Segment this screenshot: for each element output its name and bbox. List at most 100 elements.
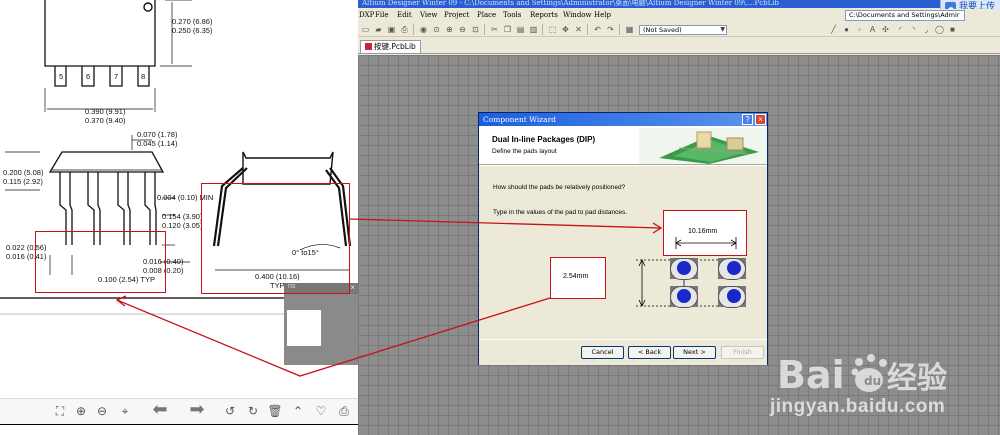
scroll-up-icon[interactable]: ⌃ — [290, 403, 306, 419]
pin-label: 5 — [59, 72, 64, 81]
favorite-icon[interactable]: ♡ — [313, 403, 329, 419]
viewer-toolbar: ⛶ ⊕ ⊖ ⌖ ⬅ ➡ ↺ ↻ 🗑 ⌃ ♡ ⎙ — [0, 398, 358, 424]
page-thumbnail-panel[interactable]: ns × — [284, 283, 358, 365]
baidu-logo: Bai 经验 du — [777, 353, 947, 397]
row-spacing-highlight — [201, 183, 350, 294]
rotate-right-icon[interactable]: ↻ — [245, 403, 261, 419]
rotate-left-icon[interactable]: ↺ — [222, 403, 238, 419]
pad-hole — [677, 261, 691, 275]
prompt-text: How should the pads be relatively positi… — [493, 184, 626, 191]
grid-icon[interactable]: ▦ — [624, 24, 635, 35]
next-page-icon[interactable]: ➡ — [185, 400, 209, 418]
menu-view[interactable]: View — [420, 9, 437, 21]
string-tool-icon[interactable]: A — [867, 24, 878, 35]
zoom-fit-icon[interactable]: ⊙ — [431, 24, 442, 35]
arc-any-icon[interactable]: ◞ — [921, 24, 932, 35]
via-tool-icon[interactable]: ◦ — [854, 24, 865, 35]
rubber-stamp-icon[interactable]: ▥ — [528, 24, 539, 35]
dialog-header: Dual In-line Packages (DIP) Define the p… — [479, 126, 767, 165]
pcblib-file-icon — [365, 43, 372, 50]
finish-button[interactable]: Finish — [721, 346, 764, 359]
view-icon[interactable]: ◉ — [418, 24, 429, 35]
paste-icon[interactable]: ▤ — [515, 24, 526, 35]
fit-page-icon[interactable]: ⛶ — [52, 403, 68, 419]
horizontal-distance-annotation: 10.16mm — [663, 210, 747, 256]
select-tool-icon[interactable]: ⌖ — [117, 403, 133, 419]
redo-icon[interactable]: ↷ — [605, 24, 616, 35]
menu-file[interactable]: File — [375, 9, 388, 21]
pad-tool-icon[interactable]: ● — [841, 24, 852, 35]
coordinate-tool-icon[interactable]: ✣ — [880, 24, 891, 35]
svg-text:du: du — [864, 374, 881, 388]
cancel-button[interactable]: Cancel — [581, 346, 624, 359]
full-circle-icon[interactable]: ◯ — [934, 24, 945, 35]
line-tool-icon[interactable]: ╱ — [828, 24, 839, 35]
select-area-icon[interactable]: ⬚ — [547, 24, 558, 35]
zoom-out-icon[interactable]: ⊖ — [94, 403, 110, 419]
vertical-distance-value: 2.54mm — [563, 273, 589, 280]
dimension-label: 0.370 (9.40) — [85, 116, 126, 125]
watermark-url: jingyan.baidu.com — [770, 396, 946, 417]
new-file-icon[interactable]: ▭ — [360, 24, 371, 35]
chevron-down-icon: ▼ — [720, 26, 725, 33]
print-icon[interactable]: ⎙ — [399, 24, 410, 35]
print-icon[interactable]: ⎙ — [336, 403, 352, 419]
arc-center-icon[interactable]: ◜ — [895, 24, 906, 35]
tab-pcblib-label: 按键.PcbLib — [374, 42, 416, 51]
svg-text:Bai: Bai — [777, 353, 845, 397]
pad-hole — [727, 289, 741, 303]
deselect-icon[interactable]: ✕ — [573, 24, 584, 35]
arc-edge-icon[interactable]: ◝ — [908, 24, 919, 35]
dimension-label: 0.250 (6.35) — [172, 26, 213, 35]
zoom-area-icon[interactable]: ⊡ — [470, 24, 481, 35]
move-icon[interactable]: ✥ — [560, 24, 571, 35]
tab-pcblib[interactable]: 按键.PcbLib — [360, 40, 421, 53]
menu-window[interactable]: Window — [563, 9, 592, 21]
delete-icon[interactable]: 🗑 — [267, 403, 283, 419]
view-config-value: (Not Saved) — [643, 26, 682, 34]
dimension-label: 0.070 (1.78) — [137, 130, 178, 139]
wizard-banner-image — [639, 128, 767, 164]
close-icon[interactable]: × — [350, 283, 355, 292]
save-icon[interactable]: ▣ — [386, 24, 397, 35]
back-button[interactable]: < Back — [628, 346, 671, 359]
previous-page-icon[interactable]: ⬅ — [148, 400, 172, 418]
menu-help[interactable]: Help — [594, 9, 611, 21]
page-title: Dual In-line Packages (DIP) — [492, 135, 596, 144]
view-config-select[interactable]: (Not Saved) ▼ — [639, 25, 727, 35]
pad-hole — [727, 261, 741, 275]
pin-label: 8 — [141, 72, 146, 81]
dimension-label: 0.154 (3.90) — [162, 212, 203, 221]
undo-icon[interactable]: ↶ — [592, 24, 603, 35]
close-icon[interactable]: × — [755, 114, 766, 125]
distance-arrow — [675, 237, 737, 249]
thumbnail-page[interactable] — [287, 310, 321, 346]
document-tabstrip: 按键.PcbLib — [358, 38, 1000, 54]
menu-dxp[interactable]: DXP — [359, 9, 374, 21]
pin-pitch-highlight — [35, 231, 166, 293]
copy-icon[interactable]: ❐ — [502, 24, 513, 35]
menu-place[interactable]: Place — [477, 9, 496, 21]
cut-icon[interactable]: ✂ — [489, 24, 500, 35]
menu-reports[interactable]: Reports — [530, 9, 558, 21]
menu-edit[interactable]: Edit — [397, 9, 412, 21]
zoom-in-icon[interactable]: ⊕ — [73, 403, 89, 419]
open-folder-icon[interactable]: ▰ — [373, 24, 384, 35]
window-titlebar: Altium Designer Winter 09 - C:\Documents… — [358, 0, 1000, 8]
zoom-in-icon[interactable]: ⊕ — [444, 24, 455, 35]
pin-label: 7 — [114, 72, 119, 81]
svg-text:经验: 经验 — [887, 361, 947, 396]
menu-project[interactable]: Project — [444, 9, 469, 21]
dimension-label: 0.045 (1.14) — [137, 139, 178, 148]
pad-hole — [677, 289, 691, 303]
dialog-titlebar: Component Wizard — [479, 113, 767, 126]
help-icon[interactable]: ? — [742, 114, 753, 125]
screenshot-root: 5 6 7 8 0.270 (6.86) 0.250 (6.35) 0.390 … — [0, 0, 1000, 435]
horizontal-distance-value: 10.16mm — [688, 228, 718, 235]
fill-icon[interactable]: ■ — [947, 24, 958, 35]
next-button[interactable]: Next > — [673, 346, 716, 359]
document-path-field[interactable]: C:\Documents and Settings\Admir — [845, 10, 965, 21]
zoom-out-icon[interactable]: ⊖ — [457, 24, 468, 35]
menu-tools[interactable]: Tools — [503, 9, 521, 21]
prompt-text: Type in the values of the pad to pad dis… — [493, 209, 628, 216]
